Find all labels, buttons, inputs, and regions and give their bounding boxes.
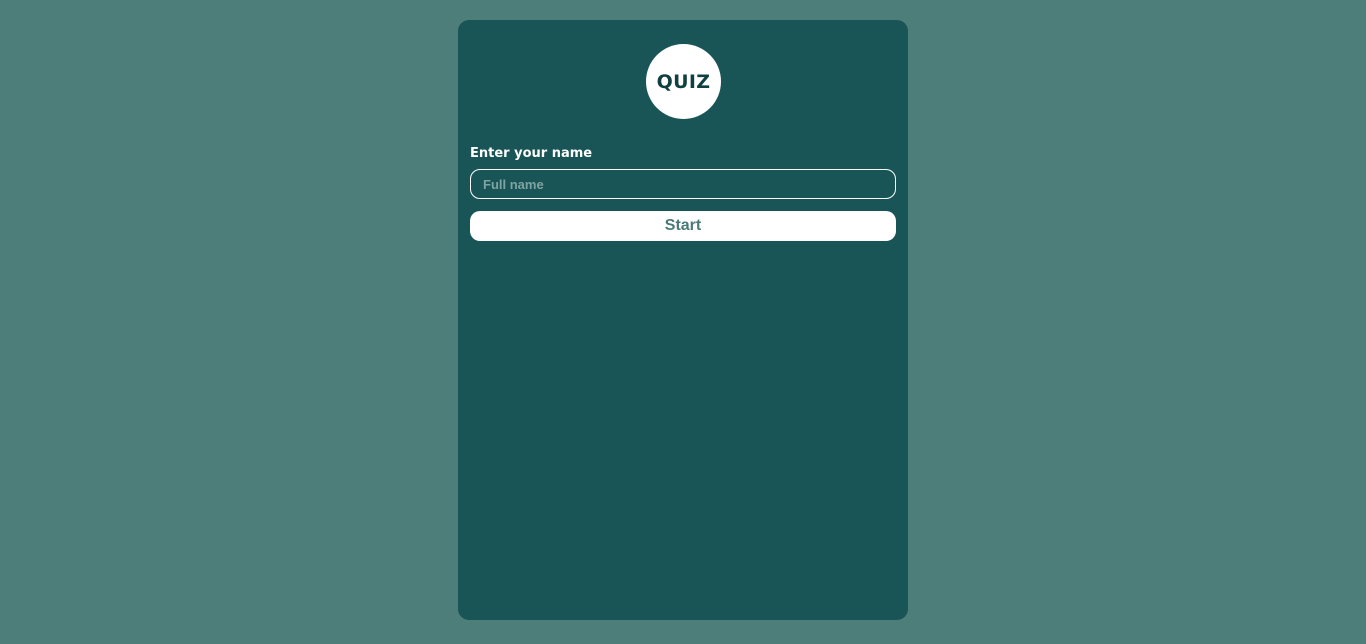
quiz-card: QUIZ Enter your name Start bbox=[458, 20, 908, 620]
page-background: { "logo": { "text": "QUIZ" }, "form": { … bbox=[0, 0, 1366, 644]
quiz-logo: QUIZ bbox=[646, 44, 721, 119]
name-field-label: Enter your name bbox=[470, 146, 593, 161]
name-input[interactable] bbox=[470, 169, 896, 199]
quiz-logo-text: QUIZ bbox=[656, 70, 711, 93]
start-button[interactable]: Start bbox=[470, 211, 896, 241]
